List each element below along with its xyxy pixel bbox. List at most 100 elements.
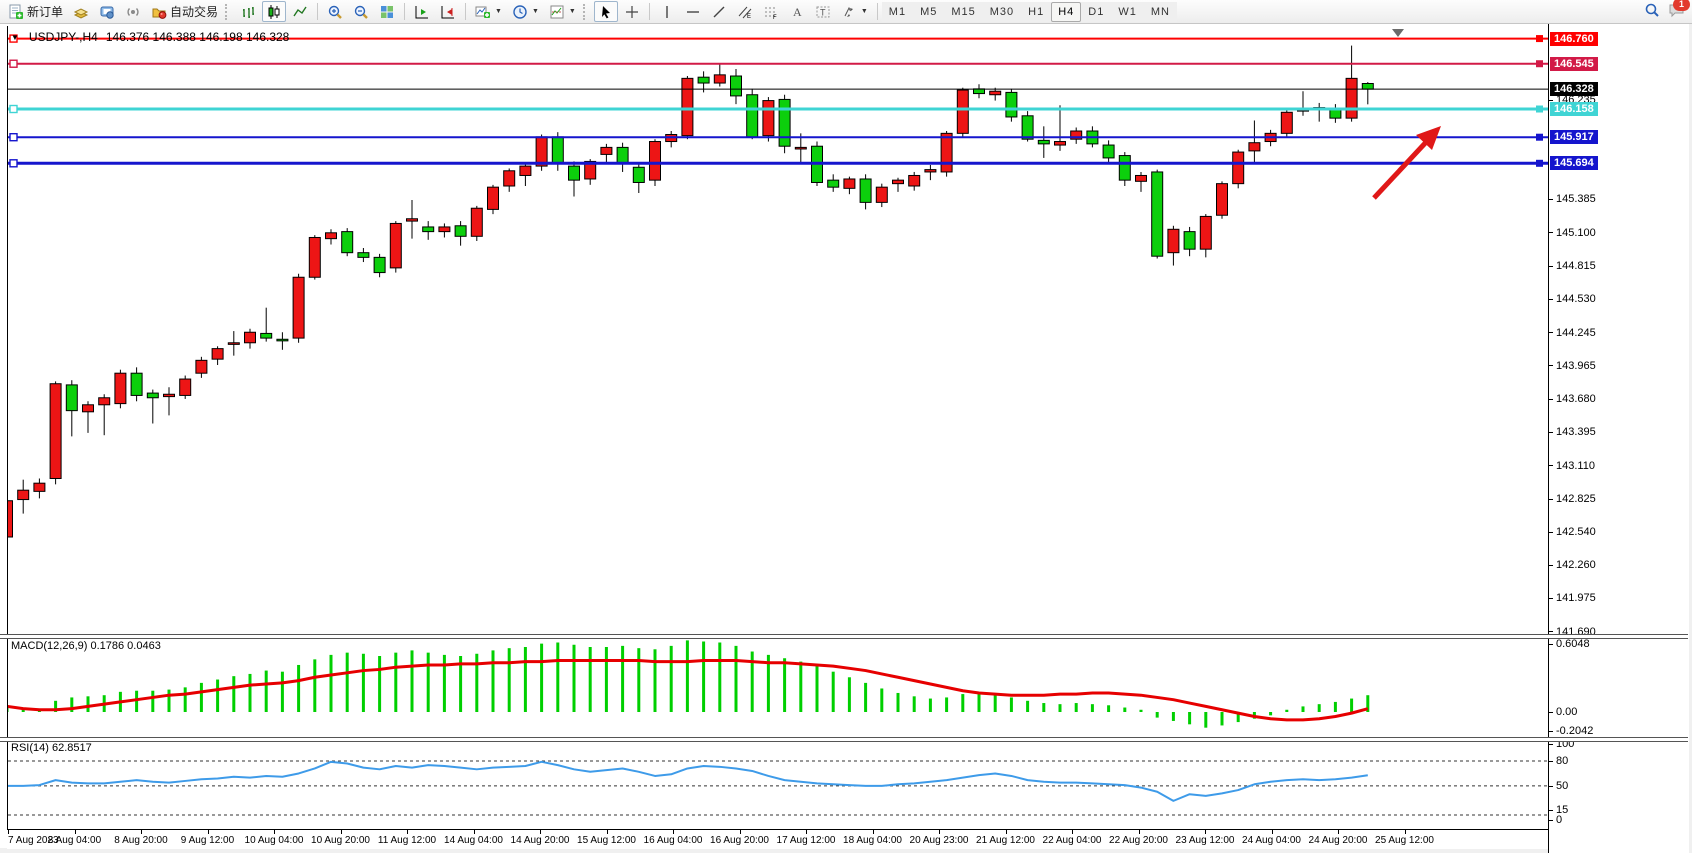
vertical-line-button[interactable] xyxy=(655,1,679,22)
auto-scroll-button[interactable] xyxy=(410,1,434,22)
tick-dash xyxy=(1549,644,1553,645)
timeframe-M5[interactable]: M5 xyxy=(913,2,944,22)
bull-candle-body xyxy=(1200,216,1211,249)
pane-separator[interactable] xyxy=(0,634,1688,639)
line-left-handle[interactable] xyxy=(10,160,17,167)
bear-candle-body xyxy=(731,76,742,96)
tick-dash xyxy=(1549,810,1553,811)
rsi-scale-tick: 50 xyxy=(1549,780,1568,792)
candlestick-chart-button[interactable] xyxy=(262,1,286,22)
price-scale-tick: 142.540 xyxy=(1549,526,1596,538)
fibonacci-button[interactable]: F xyxy=(759,1,783,22)
metaeditor-button[interactable] xyxy=(69,1,93,22)
timeframe-M15[interactable]: M15 xyxy=(944,2,982,22)
equidistant-channel-button[interactable]: E xyxy=(733,1,757,22)
line-left-handle[interactable] xyxy=(10,60,17,67)
line-right-handle[interactable] xyxy=(1536,160,1543,167)
bull-candle-body xyxy=(876,187,887,202)
arrows-button[interactable]: ▼ xyxy=(837,1,872,22)
timeframe-H1[interactable]: H1 xyxy=(1021,2,1051,22)
mt4-terminal-window: 新订单 自动交易 xyxy=(0,0,1692,853)
price-scale-tick: 145.385 xyxy=(1549,193,1596,205)
notification-badge: 1 xyxy=(1673,0,1690,11)
bear-candle-body xyxy=(1022,116,1033,139)
crosshair-icon xyxy=(624,4,640,20)
time-axis-tick xyxy=(607,830,608,834)
bear-candle-body xyxy=(455,226,466,237)
timeframe-MN[interactable]: MN xyxy=(1144,2,1177,22)
bar-chart-button[interactable] xyxy=(236,1,260,22)
macd-scale-tick: 0.6048 xyxy=(1549,638,1590,650)
bear-candle-body xyxy=(1038,140,1049,144)
time-axis-tick xyxy=(939,830,940,834)
tick-dash xyxy=(1549,465,1553,466)
main-chart-pane[interactable] xyxy=(7,26,1549,634)
line-chart-button[interactable] xyxy=(288,1,312,22)
trendline-icon xyxy=(711,4,727,20)
terminal-button[interactable] xyxy=(95,1,119,22)
timeframe-M1[interactable]: M1 xyxy=(882,2,913,22)
rsi-pane[interactable] xyxy=(7,740,1549,829)
text-button[interactable]: A xyxy=(785,1,809,22)
horizontal-line-button[interactable] xyxy=(681,1,705,22)
line-right-handle[interactable] xyxy=(1536,134,1543,141)
news-button[interactable] xyxy=(121,1,145,22)
time-axis-tick xyxy=(75,830,76,834)
auto-trading-button[interactable]: 自动交易 xyxy=(147,1,222,22)
templates-button[interactable]: ▼ xyxy=(545,1,580,22)
chart-shift-button[interactable] xyxy=(436,1,460,22)
bull-candle-body xyxy=(1168,229,1179,252)
bull-candle-body xyxy=(7,501,13,537)
timeframe-M30[interactable]: M30 xyxy=(983,2,1021,22)
timeframe-W1[interactable]: W1 xyxy=(1111,2,1144,22)
bear-candle-body xyxy=(423,227,434,232)
arrow-objects-icon xyxy=(841,4,857,20)
tick-dash xyxy=(1549,266,1553,267)
bull-candle-body xyxy=(212,349,223,360)
bull-candle-body xyxy=(196,360,207,373)
time-axis[interactable]: 7 Aug 20238 Aug 04:008 Aug 20:009 Aug 12… xyxy=(7,829,1548,849)
line-left-handle[interactable] xyxy=(10,134,17,141)
bull-candle-body xyxy=(601,147,612,154)
periods-button[interactable]: ▼ xyxy=(508,1,543,22)
price-scale-tick: 141.975 xyxy=(1549,592,1596,604)
line-right-handle[interactable] xyxy=(1536,60,1543,67)
chevron-down-icon[interactable]: ▼ xyxy=(11,33,19,42)
red-arrow-annotation[interactable] xyxy=(1374,139,1429,198)
cursor-button[interactable] xyxy=(594,1,618,22)
pane-separator[interactable] xyxy=(0,737,1688,742)
trendline-button[interactable] xyxy=(707,1,731,22)
bull-candle-body xyxy=(293,277,304,338)
chart-ohlc-values: 146.376 146.388 146.198 146.328 xyxy=(106,30,290,44)
macd-pane[interactable] xyxy=(7,637,1549,737)
new-order-button[interactable]: 新订单 xyxy=(4,1,67,22)
line-right-handle[interactable] xyxy=(1536,35,1543,42)
clock-icon xyxy=(512,4,528,20)
zoom-in-button[interactable] xyxy=(323,1,347,22)
bear-candle-body xyxy=(552,137,563,164)
tile-windows-button[interactable] xyxy=(375,1,399,22)
chevron-down-icon: ▼ xyxy=(532,8,539,15)
price-scale-tick: 142.260 xyxy=(1549,559,1596,571)
timeframe-H4[interactable]: H4 xyxy=(1051,2,1081,22)
bear-candle-body xyxy=(860,179,871,202)
notifications-button[interactable]: 1 xyxy=(1668,2,1686,23)
time-axis-tick xyxy=(1272,830,1273,834)
time-axis-tick xyxy=(1006,830,1007,834)
search-icon[interactable] xyxy=(1644,2,1660,23)
crosshair-button[interactable] xyxy=(620,1,644,22)
indicators-button[interactable]: ▼ xyxy=(471,1,506,22)
price-scale[interactable]: 146.235145.385145.100144.815144.530144.2… xyxy=(1548,24,1689,853)
line-left-handle[interactable] xyxy=(10,106,17,113)
line-chart-icon xyxy=(292,4,308,20)
bull-candle-body xyxy=(1055,142,1066,146)
timeframe-D1[interactable]: D1 xyxy=(1081,2,1111,22)
chart-shift-marker[interactable] xyxy=(1392,29,1404,37)
indicators-icon xyxy=(475,4,491,20)
price-scale-tick: 144.815 xyxy=(1549,260,1596,272)
macd-scale-tick: -0.2042 xyxy=(1549,725,1593,737)
zoom-out-button[interactable] xyxy=(349,1,373,22)
line-right-handle[interactable] xyxy=(1536,106,1543,113)
bear-candle-body xyxy=(1119,156,1130,181)
text-label-button[interactable]: T xyxy=(811,1,835,22)
